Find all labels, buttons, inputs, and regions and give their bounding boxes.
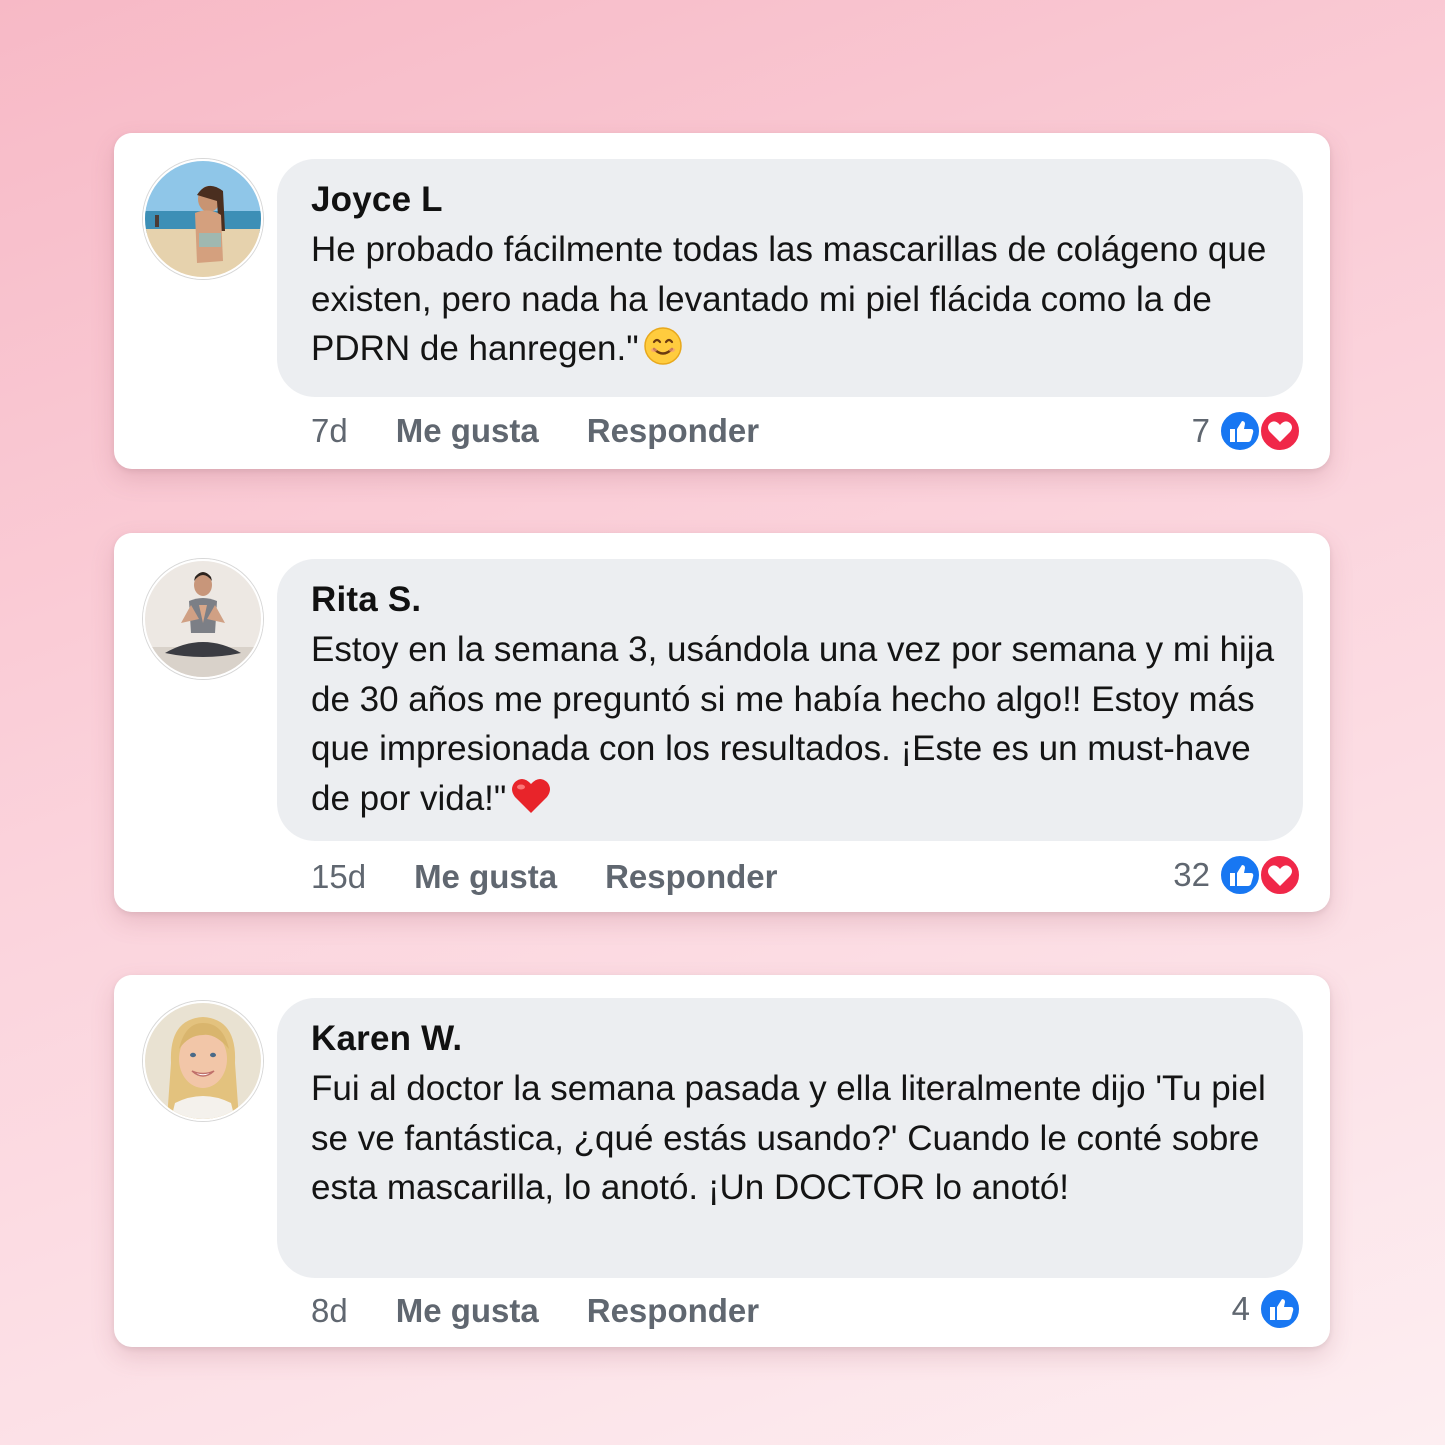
avatar-image <box>145 161 261 277</box>
author-name[interactable]: Rita S. <box>311 575 1279 625</box>
reaction-count: 32 <box>1173 856 1210 893</box>
author-name[interactable]: Karen W. <box>311 1014 1279 1064</box>
avatar[interactable] <box>143 1001 263 1121</box>
reaction-count: 7 <box>1191 412 1210 449</box>
avatar-image <box>145 1003 261 1119</box>
reply-button[interactable]: Responder <box>587 1292 759 1330</box>
reply-button[interactable]: Responder <box>587 412 759 450</box>
comment-actions: 7d Me gusta Responder <box>311 411 807 451</box>
comment-actions: 15d Me gusta Responder <box>311 857 825 897</box>
reactions-summary[interactable]: 32 <box>1173 853 1302 897</box>
avatar-image <box>145 561 261 677</box>
comment-text: He probado fácilmente todas las mascaril… <box>311 225 1279 380</box>
reactions-summary[interactable]: 4 <box>1232 1287 1302 1331</box>
reply-button[interactable]: Responder <box>605 858 777 896</box>
comment-actions: 8d Me gusta Responder <box>311 1291 807 1331</box>
red-heart-emoji <box>510 776 552 830</box>
comment-text-content: Estoy en la semana 3, usándola una vez p… <box>311 630 1275 818</box>
reactions-summary[interactable]: 7 <box>1192 409 1302 453</box>
comment-text-content: He probado fácilmente todas las mascaril… <box>311 230 1267 368</box>
comment-bubble: Rita S. Estoy en la semana 3, usándola u… <box>277 559 1303 841</box>
reaction-count: 4 <box>1231 1290 1250 1327</box>
smiling-face-emoji <box>643 326 683 380</box>
love-reaction-icon <box>1259 854 1301 896</box>
avatar[interactable] <box>143 159 263 279</box>
comment-text: Estoy en la semana 3, usándola una vez p… <box>311 625 1279 829</box>
timestamp[interactable]: 8d <box>311 1292 348 1330</box>
love-reaction-icon <box>1259 410 1301 452</box>
comment-card: Karen W. Fui al doctor la semana pasada … <box>114 975 1330 1347</box>
comment-text: Fui al doctor la semana pasada y ella li… <box>311 1064 1279 1213</box>
timestamp[interactable]: 15d <box>311 858 366 896</box>
comment-card: Rita S. Estoy en la semana 3, usándola u… <box>114 533 1330 912</box>
comment-bubble: Joyce L He probado fácilmente todas las … <box>277 159 1303 397</box>
comment-text-content: Fui al doctor la semana pasada y ella li… <box>311 1069 1266 1207</box>
like-reaction-icon <box>1219 410 1261 452</box>
like-reaction-icon <box>1219 854 1261 896</box>
like-button[interactable]: Me gusta <box>414 858 557 896</box>
like-reaction-icon <box>1259 1288 1301 1330</box>
comment-card: Joyce L He probado fácilmente todas las … <box>114 133 1330 469</box>
author-name[interactable]: Joyce L <box>311 175 1279 225</box>
like-button[interactable]: Me gusta <box>396 1292 539 1330</box>
like-button[interactable]: Me gusta <box>396 412 539 450</box>
timestamp[interactable]: 7d <box>311 412 348 450</box>
avatar[interactable] <box>143 559 263 679</box>
comment-bubble: Karen W. Fui al doctor la semana pasada … <box>277 998 1303 1278</box>
